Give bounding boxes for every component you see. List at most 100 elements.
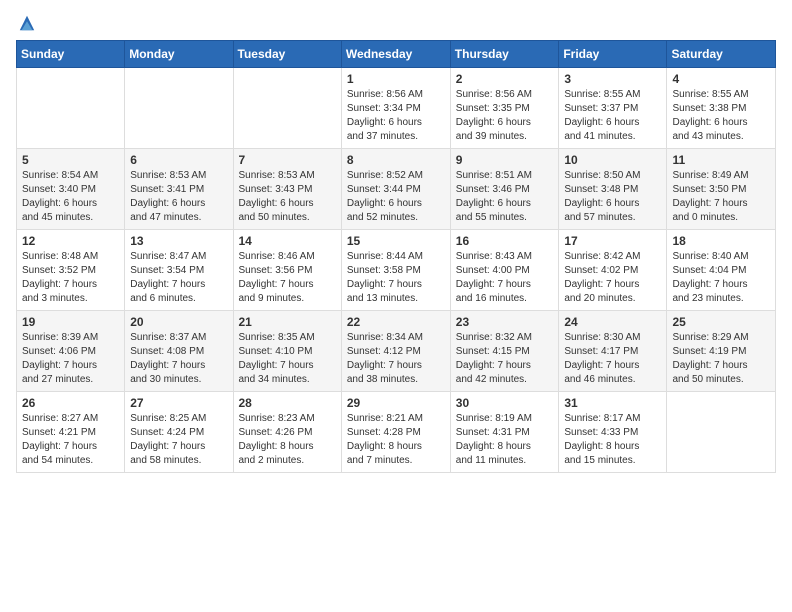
calendar-cell: 26 Sunrise: 8:27 AM Sunset: 4:21 PM Dayli…: [17, 392, 125, 473]
weekday-header: Wednesday: [341, 41, 450, 68]
day-number: 5: [22, 153, 119, 167]
day-info: Sunrise: 8:55 AM Sunset: 3:37 PM Dayligh…: [564, 88, 661, 144]
calendar-cell: [233, 68, 341, 149]
calendar-cell: 8Sunrise: 8:52 AM Sunset: 3:44 PM Daylig…: [341, 149, 450, 230]
day-info: Sunrise: 8:19 AM Sunset: 4:31 PM Dayligh…: [456, 412, 554, 468]
calendar-cell: 23 Sunrise: 8:32 AM Sunset: 4:15 PM Dayli…: [450, 311, 559, 392]
day-info: Sunrise: 8:46 AM Sunset: 3:56 PM Dayligh…: [239, 250, 336, 306]
calendar-cell: 4 Sunrise: 8:55 AM Sunset: 3:38 PM Daylig…: [667, 68, 776, 149]
weekday-header: Tuesday: [233, 41, 341, 68]
day-info: Sunrise: 8:53 AM Sunset: 3:41 PM Dayligh…: [130, 169, 227, 225]
day-number: 27: [130, 396, 227, 410]
day-info: Sunrise: 8:53 AM Sunset: 3:43 PM Dayligh…: [239, 169, 336, 225]
day-info: Sunrise: 8:56 AM Sunset: 3:34 PM Dayligh…: [347, 88, 445, 144]
day-info: Sunrise: 8:30 AM Sunset: 4:17 PM Dayligh…: [564, 331, 661, 387]
calendar-cell: 15 Sunrise: 8:44 AM Sunset: 3:58 PM Dayli…: [341, 230, 450, 311]
calendar-cell: 12Sunrise: 8:48 AM Sunset: 3:52 PM Dayli…: [17, 230, 125, 311]
day-info: Sunrise: 8:37 AM Sunset: 4:08 PM Dayligh…: [130, 331, 227, 387]
day-number: 28: [239, 396, 336, 410]
day-info: Sunrise: 8:40 AM Sunset: 4:04 PM Dayligh…: [672, 250, 770, 306]
calendar-cell: 28 Sunrise: 8:23 AM Sunset: 4:26 PM Dayli…: [233, 392, 341, 473]
calendar-cell: 16 Sunrise: 8:43 AM Sunset: 4:00 PM Dayli…: [450, 230, 559, 311]
day-info: Sunrise: 8:39 AM Sunset: 4:06 PM Dayligh…: [22, 331, 119, 387]
calendar-cell: 1 Sunrise: 8:56 AM Sunset: 3:34 PM Daylig…: [341, 68, 450, 149]
day-info: Sunrise: 8:34 AM Sunset: 4:12 PM Dayligh…: [347, 331, 445, 387]
day-number: 3: [564, 72, 661, 86]
day-number: 14: [239, 234, 336, 248]
day-info: Sunrise: 8:29 AM Sunset: 4:19 PM Dayligh…: [672, 331, 770, 387]
day-number: 29: [347, 396, 445, 410]
day-info: Sunrise: 8:51 AM Sunset: 3:46 PM Dayligh…: [456, 169, 554, 225]
day-number: 30: [456, 396, 554, 410]
day-info: Sunrise: 8:25 AM Sunset: 4:24 PM Dayligh…: [130, 412, 227, 468]
day-number: 8: [347, 153, 445, 167]
calendar-cell: 5 Sunrise: 8:54 AM Sunset: 3:40 PM Daylig…: [17, 149, 125, 230]
calendar-cell: 3 Sunrise: 8:55 AM Sunset: 3:37 PM Daylig…: [559, 68, 667, 149]
day-number: 4: [672, 72, 770, 86]
calendar-cell: 11 Sunrise: 8:49 AM Sunset: 3:50 PM Dayli…: [667, 149, 776, 230]
day-number: 21: [239, 315, 336, 329]
day-info: Sunrise: 8:56 AM Sunset: 3:35 PM Dayligh…: [456, 88, 554, 144]
day-info: Sunrise: 8:23 AM Sunset: 4:26 PM Dayligh…: [239, 412, 336, 468]
weekday-header: Sunday: [17, 41, 125, 68]
weekday-header: Friday: [559, 41, 667, 68]
logo-icon: [18, 14, 36, 32]
day-info: Sunrise: 8:48 AM Sunset: 3:52 PM Dayligh…: [22, 250, 119, 306]
day-info: Sunrise: 8:50 AM Sunset: 3:48 PM Dayligh…: [564, 169, 661, 225]
day-number: 6: [130, 153, 227, 167]
day-number: 19: [22, 315, 119, 329]
day-info: Sunrise: 8:43 AM Sunset: 4:00 PM Dayligh…: [456, 250, 554, 306]
calendar-cell: 9 Sunrise: 8:51 AM Sunset: 3:46 PM Daylig…: [450, 149, 559, 230]
calendar-cell: 30 Sunrise: 8:19 AM Sunset: 4:31 PM Dayli…: [450, 392, 559, 473]
day-info: Sunrise: 8:32 AM Sunset: 4:15 PM Dayligh…: [456, 331, 554, 387]
calendar-cell: 2 Sunrise: 8:56 AM Sunset: 3:35 PM Daylig…: [450, 68, 559, 149]
calendar-cell: [125, 68, 233, 149]
day-number: 25: [672, 315, 770, 329]
calendar-week-row: 5 Sunrise: 8:54 AM Sunset: 3:40 PM Daylig…: [17, 149, 776, 230]
calendar-cell: 20 Sunrise: 8:37 AM Sunset: 4:08 PM Dayli…: [125, 311, 233, 392]
calendar-week-row: 12Sunrise: 8:48 AM Sunset: 3:52 PM Dayli…: [17, 230, 776, 311]
day-info: Sunrise: 8:27 AM Sunset: 4:21 PM Dayligh…: [22, 412, 119, 468]
weekday-header-row: SundayMondayTuesdayWednesdayThursdayFrid…: [17, 41, 776, 68]
day-number: 1: [347, 72, 445, 86]
weekday-header: Monday: [125, 41, 233, 68]
day-info: Sunrise: 8:49 AM Sunset: 3:50 PM Dayligh…: [672, 169, 770, 225]
calendar-cell: 29 Sunrise: 8:21 AM Sunset: 4:28 PM Dayli…: [341, 392, 450, 473]
calendar-week-row: 19 Sunrise: 8:39 AM Sunset: 4:06 PM Dayli…: [17, 311, 776, 392]
calendar-cell: 10 Sunrise: 8:50 AM Sunset: 3:48 PM Dayli…: [559, 149, 667, 230]
day-number: 9: [456, 153, 554, 167]
logo: [16, 16, 36, 32]
day-number: 18: [672, 234, 770, 248]
calendar-cell: [17, 68, 125, 149]
day-number: 22: [347, 315, 445, 329]
calendar-week-row: 1 Sunrise: 8:56 AM Sunset: 3:34 PM Daylig…: [17, 68, 776, 149]
calendar-week-row: 26 Sunrise: 8:27 AM Sunset: 4:21 PM Dayli…: [17, 392, 776, 473]
day-info: Sunrise: 8:17 AM Sunset: 4:33 PM Dayligh…: [564, 412, 661, 468]
day-number: 15: [347, 234, 445, 248]
day-number: 10: [564, 153, 661, 167]
day-number: 2: [456, 72, 554, 86]
day-info: Sunrise: 8:47 AM Sunset: 3:54 PM Dayligh…: [130, 250, 227, 306]
day-info: Sunrise: 8:54 AM Sunset: 3:40 PM Dayligh…: [22, 169, 119, 225]
calendar-cell: 6 Sunrise: 8:53 AM Sunset: 3:41 PM Daylig…: [125, 149, 233, 230]
calendar-cell: 14 Sunrise: 8:46 AM Sunset: 3:56 PM Dayli…: [233, 230, 341, 311]
calendar-cell: 13Sunrise: 8:47 AM Sunset: 3:54 PM Dayli…: [125, 230, 233, 311]
day-number: 7: [239, 153, 336, 167]
day-info: Sunrise: 8:21 AM Sunset: 4:28 PM Dayligh…: [347, 412, 445, 468]
day-number: 11: [672, 153, 770, 167]
calendar-cell: 31 Sunrise: 8:17 AM Sunset: 4:33 PM Dayli…: [559, 392, 667, 473]
day-number: 20: [130, 315, 227, 329]
day-number: 31: [564, 396, 661, 410]
calendar-cell: [667, 392, 776, 473]
day-number: 23: [456, 315, 554, 329]
day-info: Sunrise: 8:44 AM Sunset: 3:58 PM Dayligh…: [347, 250, 445, 306]
day-info: Sunrise: 8:55 AM Sunset: 3:38 PM Dayligh…: [672, 88, 770, 144]
calendar-cell: 18 Sunrise: 8:40 AM Sunset: 4:04 PM Dayli…: [667, 230, 776, 311]
day-number: 16: [456, 234, 554, 248]
calendar-cell: 19 Sunrise: 8:39 AM Sunset: 4:06 PM Dayli…: [17, 311, 125, 392]
calendar-cell: 17Sunrise: 8:42 AM Sunset: 4:02 PM Dayli…: [559, 230, 667, 311]
calendar-cell: 24 Sunrise: 8:30 AM Sunset: 4:17 PM Dayli…: [559, 311, 667, 392]
calendar-cell: 21Sunrise: 8:35 AM Sunset: 4:10 PM Dayli…: [233, 311, 341, 392]
day-number: 26: [22, 396, 119, 410]
day-number: 24: [564, 315, 661, 329]
